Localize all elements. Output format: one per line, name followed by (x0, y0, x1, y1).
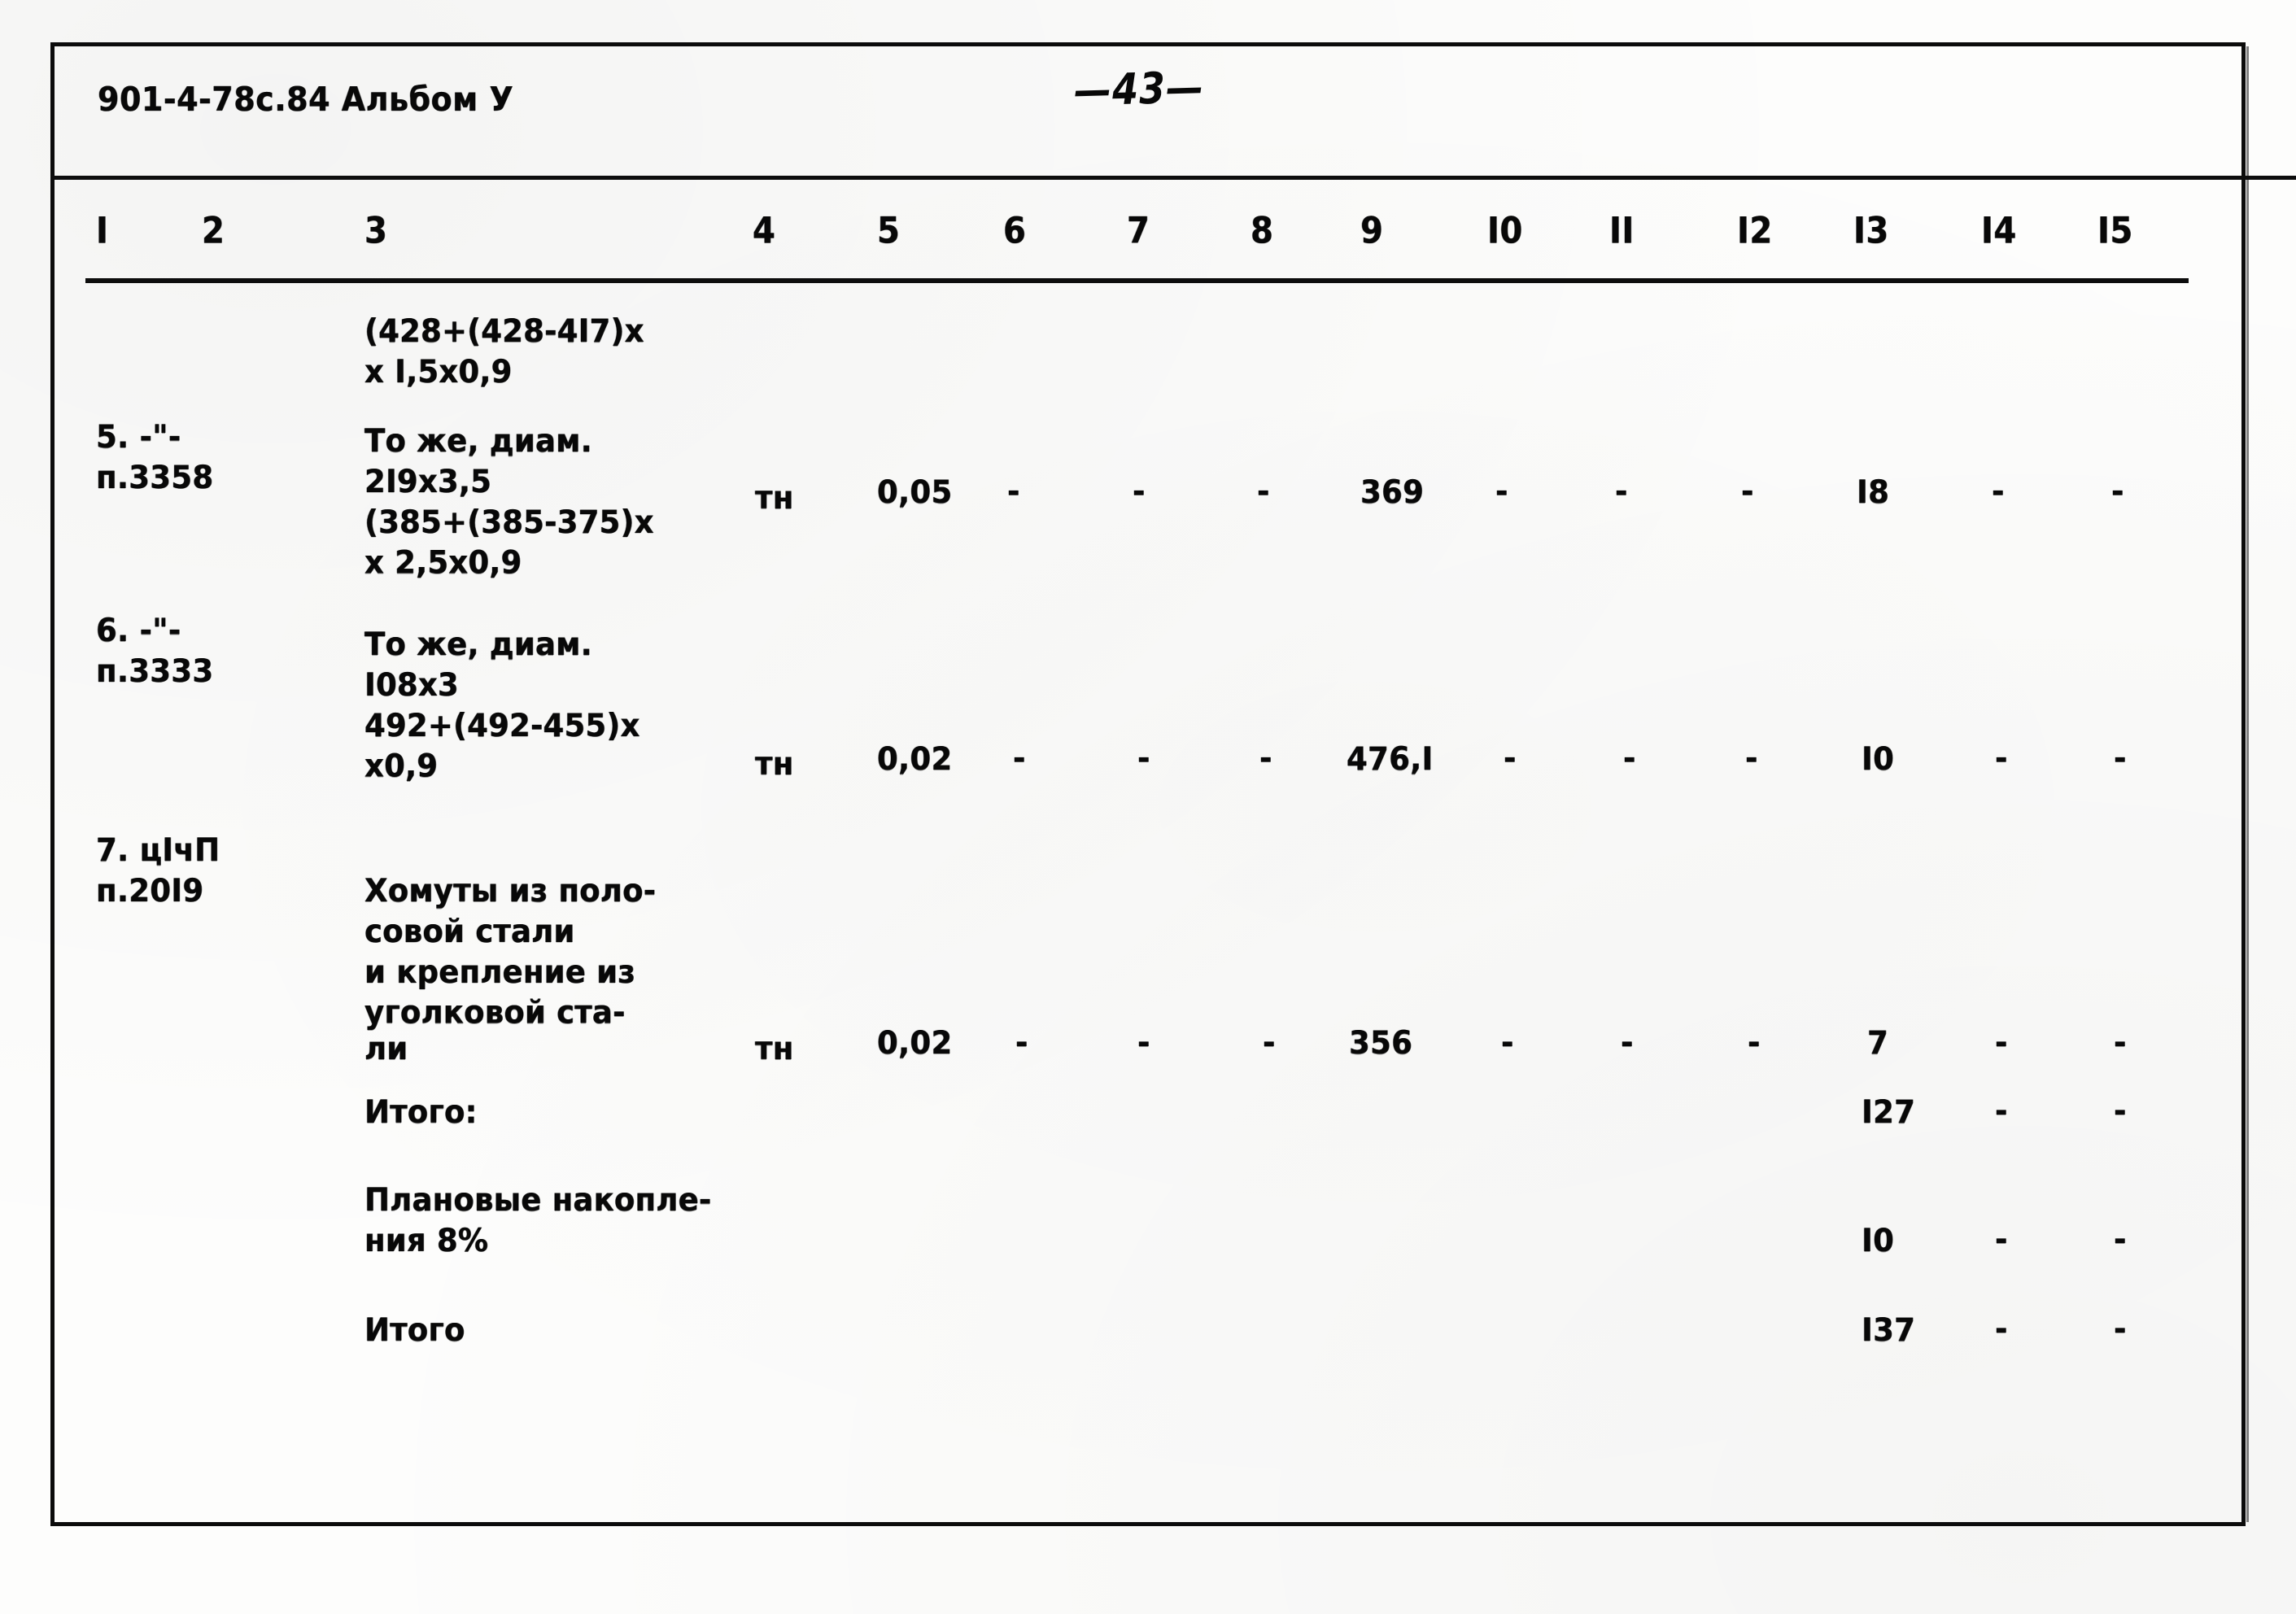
page-number-label: —43— (1073, 61, 1205, 116)
column-number-1: I (96, 210, 109, 252)
table-row-7-col12: - (1748, 1023, 1761, 1062)
header-rule (50, 176, 2296, 180)
table-row-6-col11: - (1623, 739, 1636, 777)
table-row-5-col13: I8 (1857, 473, 1890, 511)
column-number-row: I 2 3 4 5 6 7 8 9 I0 II I2 I3 I4 I5 (0, 210, 2296, 270)
column-number-13: I3 (1853, 210, 1889, 252)
table-row-7-col15: - (2114, 1023, 2127, 1062)
table-row-5-col8: - (1257, 472, 1270, 510)
column-number-11: II (1609, 210, 1635, 252)
column-number-7: 7 (1127, 210, 1150, 252)
subtotal-col13: I27 (1862, 1093, 1916, 1131)
column-number-8: 8 (1251, 210, 1274, 252)
table-row-7-description-tail: ли (364, 1030, 408, 1067)
subtotal-col14: - (1995, 1092, 2008, 1130)
table-row-5-unit: тн (755, 479, 794, 517)
table-row-7-unit: тн (755, 1030, 794, 1067)
column-number-14: I4 (1981, 210, 2017, 252)
column-number-5: 5 (877, 210, 901, 252)
table-row-6-col10: - (1504, 739, 1517, 777)
table-row-5-description: То же, диам. 2I9х3,5 (385+(385-375)х х 2… (364, 422, 654, 582)
table-row-6-col8: - (1259, 739, 1272, 777)
table-row-7-col8: - (1263, 1023, 1276, 1062)
table-row-7-col14: - (1995, 1023, 2008, 1062)
table-row-5-col10: - (1495, 472, 1508, 510)
table-row-6-col6: - (1013, 739, 1026, 777)
planned-overhead-col15: - (2114, 1220, 2127, 1258)
table-row-5-col15: - (2111, 472, 2124, 510)
table-row-5-col9: 369 (1360, 473, 1425, 511)
column-number-9: 9 (1360, 210, 1384, 252)
table-row-5-col7: - (1133, 472, 1146, 510)
table-row-6-col7: - (1137, 739, 1150, 777)
table-row-7-col9: 356 (1349, 1024, 1413, 1062)
table-row-6-col9: 476,I (1347, 740, 1434, 778)
table-row-6-unit: тн (755, 745, 794, 783)
column-number-4: 4 (753, 210, 776, 252)
column-number-6: 6 (1003, 210, 1027, 252)
subtotal-label: Итого: (364, 1093, 478, 1131)
table-row-6-col12: - (1745, 739, 1758, 777)
table-row-7-position: 7. цIчП п.20I9 (96, 831, 220, 910)
table-row-5-position: 5. -"- п.3358 (96, 418, 214, 496)
table-row-5-col12: - (1741, 472, 1754, 510)
table-row-6-col15: - (2114, 739, 2127, 777)
column-number-15: I5 (2097, 210, 2133, 252)
album-code-label: 901-4-78с.84 Альбом У (98, 80, 514, 119)
subtotal-col15: - (2114, 1092, 2127, 1130)
table-row-7-col6: - (1015, 1023, 1028, 1062)
planned-overhead-label: Плановые накопле- ния 8% (364, 1181, 712, 1259)
planned-overhead-col14: - (1995, 1220, 2008, 1258)
table-row-5-col14: - (1992, 472, 2005, 510)
column-number-3: 3 (364, 210, 388, 252)
planned-overhead-col13: I0 (1862, 1222, 1895, 1259)
table-row-7-quantity: 0,02 (877, 1024, 953, 1062)
table-row-5-quantity: 0,05 (877, 473, 953, 511)
table-row-5-col11: - (1615, 472, 1628, 510)
table-row-7-description: Хомуты из поло- совой стали и крепление … (364, 872, 657, 1032)
table-body: (428+(428-4I7)х х I,5х0,9 5. -"- п.3358 … (0, 286, 2296, 1614)
table-row-7-col13: 7 (1867, 1024, 1889, 1062)
table-row-6-description: То же, диам. I08х3 492+(492-455)х х0,9 (364, 626, 640, 785)
table-row-7-col7: - (1137, 1023, 1150, 1062)
scanned-page-background: 901-4-78с.84 Альбом У —43— I 2 3 4 5 6 7… (0, 0, 2296, 1614)
column-number-2: 2 (202, 210, 225, 252)
column-number-12: I2 (1737, 210, 1773, 252)
table-row-6-col13: I0 (1862, 740, 1895, 778)
table-row-5-col6: - (1007, 472, 1020, 510)
grand-total-label: Итого (364, 1311, 465, 1349)
grand-total-col13: I37 (1862, 1311, 1916, 1349)
grand-total-col15: - (2114, 1310, 2127, 1348)
column-number-10: I0 (1487, 210, 1523, 252)
table-row-7-col11: - (1621, 1023, 1634, 1062)
document-header: 901-4-78с.84 Альбом У —43— (0, 62, 2296, 137)
table-row-6-col14: - (1995, 739, 2008, 777)
table-row-7-col10: - (1501, 1023, 1514, 1062)
table-row-6-quantity: 0,02 (877, 740, 953, 778)
table-row-6-position: 6. -"- п.3333 (96, 612, 214, 690)
column-header-rule (85, 278, 2189, 283)
table-row-continuation-description: (428+(428-4I7)х х I,5х0,9 (364, 312, 644, 390)
grand-total-col14: - (1995, 1310, 2008, 1348)
